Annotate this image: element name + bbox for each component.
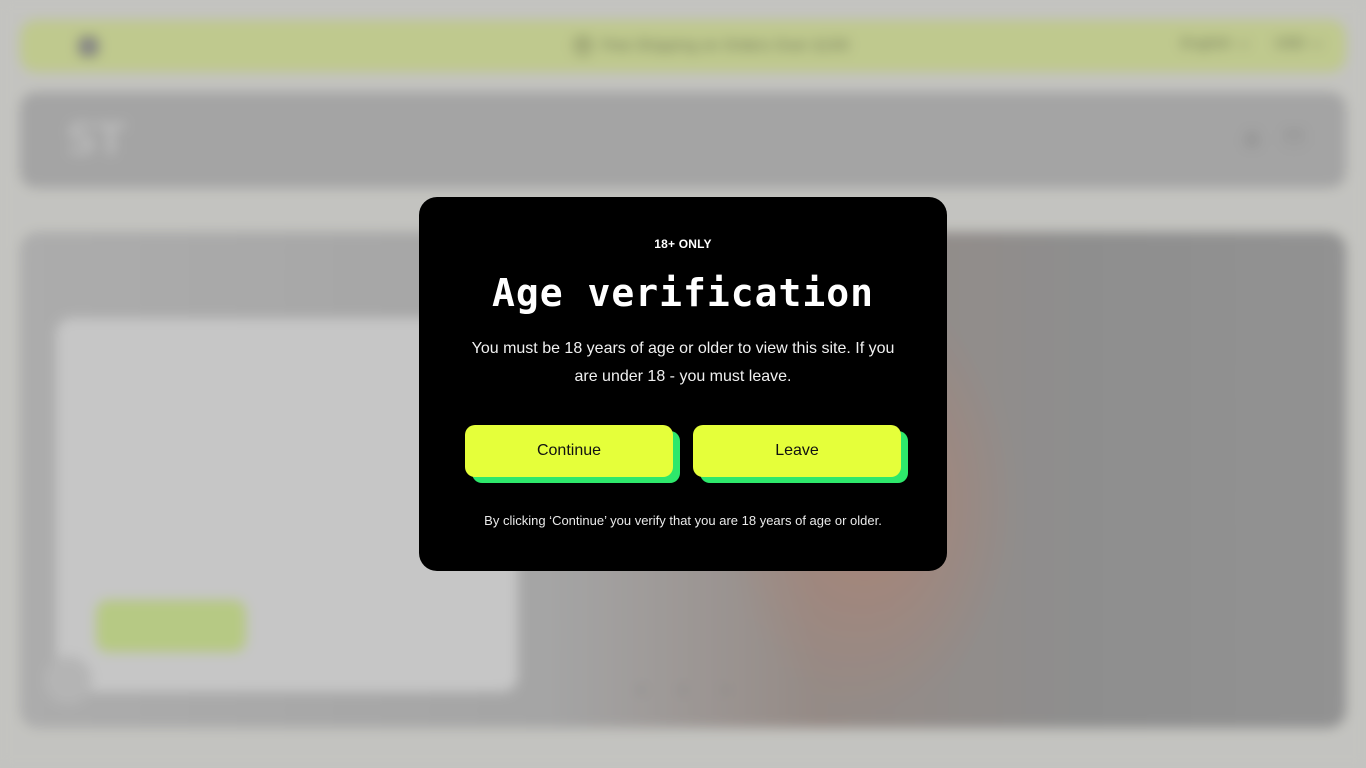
leave-button[interactable]: Leave <box>693 425 901 477</box>
age-verification-modal: 18+ ONLY Age verification You must be 18… <box>419 197 947 571</box>
modal-description: You must be 18 years of age or older to … <box>471 340 895 385</box>
modal-footnote: By clicking ‘Continue’ you verify that y… <box>484 513 882 528</box>
age-badge: 18+ ONLY <box>654 237 712 251</box>
continue-button[interactable]: Continue <box>465 425 673 477</box>
modal-title: Age verification <box>491 271 875 315</box>
